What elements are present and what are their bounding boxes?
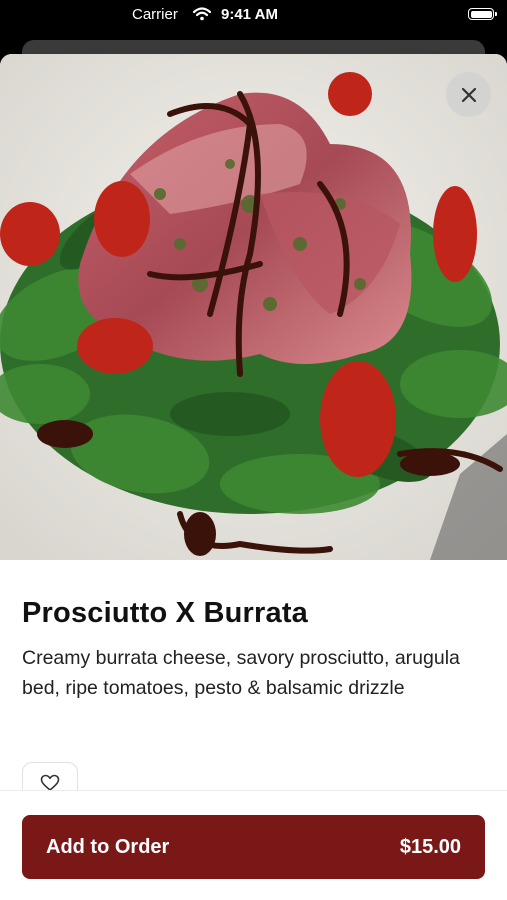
close-icon <box>461 87 476 102</box>
close-button[interactable] <box>446 72 491 117</box>
status-bar: Carrier 9:41 AM <box>0 0 507 32</box>
carrier-label: Carrier <box>132 6 178 23</box>
add-to-order-label: Add to Order <box>46 835 170 858</box>
bottom-bar: Add to Order $15.00 <box>0 790 507 900</box>
price-label: $15.00 <box>399 835 461 858</box>
battery-icon <box>468 8 497 20</box>
food-photo-icon <box>0 54 507 560</box>
clock: 9:41 AM <box>221 6 278 23</box>
item-description: Creamy burrata cheese, savory prosciutto… <box>22 647 460 699</box>
add-to-order-button[interactable]: Add to Order $15.00 <box>22 815 485 879</box>
item-photo <box>0 54 507 560</box>
item-title: Prosciutto X Burrata <box>22 597 308 629</box>
wifi-icon <box>193 7 211 21</box>
item-detail-modal: Prosciutto X Burrata Creamy burrata chee… <box>0 54 507 900</box>
